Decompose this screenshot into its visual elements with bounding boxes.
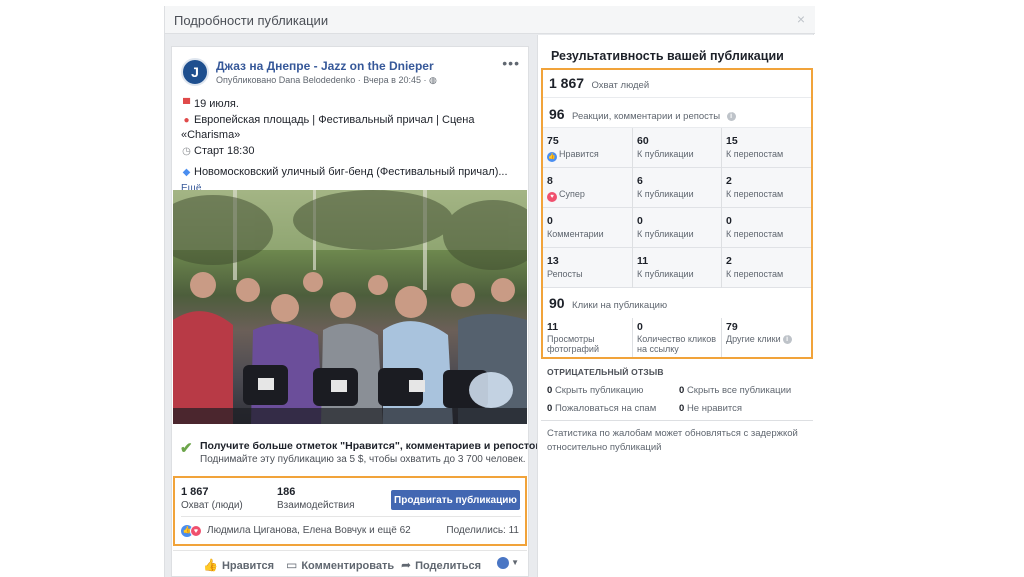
post-card: J Джаз на Днепре - Jazz on the Dnieper О… xyxy=(171,46,542,577)
unlike-stat: 0 Не нравится xyxy=(679,403,743,414)
boost-title: Получите больше отметок "Нравится", комм… xyxy=(200,440,542,452)
performance-title: Результативность вашей публикации xyxy=(551,49,784,63)
post-meta: Опубликовано Dana Belodedenko · Вчера в … xyxy=(216,75,437,85)
reactions-value: 96 xyxy=(549,106,565,122)
post-line: ◷ Старт 18:30 xyxy=(181,144,521,160)
likes-on-post-cell: 60 К публикации xyxy=(632,128,720,168)
reactions-label: Реакции, комментарии и репосты xyxy=(572,111,721,122)
reach-label: Охват (люди) xyxy=(181,500,243,511)
comment-button[interactable]: ▭ Комментировать xyxy=(286,558,394,572)
likes-total-cell: 75 👍 Нравится xyxy=(547,135,599,162)
crowd-photo-image xyxy=(173,190,527,424)
boost-prompt: ✔ Получите больше отметок "Нравится", ко… xyxy=(173,435,542,475)
promote-post-button[interactable]: Продвигать публикацию xyxy=(391,490,520,510)
post-text: ▀ 19 июля. ● Европейская площадь | Фестива… xyxy=(181,97,521,196)
reach-value: 1 867 xyxy=(549,75,585,91)
chevron-down-icon[interactable]: ▼ xyxy=(511,558,519,567)
likes-on-shares-cell: 15 К перепостам xyxy=(721,128,809,168)
love-on-shares-cell: 2К перепостам xyxy=(721,168,809,208)
boost-subtitle: Поднимайте эту публикацию за 5 $, чтобы … xyxy=(200,454,526,465)
reactions-row: 96 Реакции, комментарии и репосты i xyxy=(543,98,811,128)
love-row: 8 ♥ Супер 6К публикации 2К перепостам xyxy=(543,168,811,208)
reaction-icons[interactable]: 👍 ♥ xyxy=(181,525,207,537)
post-actions: 👍 Нравится ▭ Комментировать ➦ Поделиться ▼ xyxy=(173,550,527,576)
comments-on-shares-cell: 0К перепостам xyxy=(721,208,809,248)
post-photo[interactable] xyxy=(173,190,527,424)
love-total-cell: 8 ♥ Супер xyxy=(547,175,585,202)
reach-value: 1 867 xyxy=(181,486,209,498)
hide-post-stat: 0 Скрыть публикацию xyxy=(547,385,644,396)
page-name-link[interactable]: Джаз на Днепре - Jazz on the Dnieper xyxy=(216,59,434,73)
shares-total-cell: 13 Репосты xyxy=(547,255,583,279)
hide-all-posts-stat: 0 Скрыть все публикации xyxy=(679,385,792,396)
engagement-value: 186 xyxy=(277,486,296,498)
thumbs-up-icon: 👍 xyxy=(203,558,218,572)
other-clicks-cell: 79 Другие клики i xyxy=(721,318,809,357)
reach-label: Охват людей xyxy=(591,80,650,91)
info-icon[interactable]: i xyxy=(782,335,792,344)
performance-pane: Результативность вашей публикации 1 867 … xyxy=(537,35,815,577)
love-reaction-icon: ♥ xyxy=(190,525,202,537)
share-icon: ➦ xyxy=(401,558,412,572)
comment-icon: ▭ xyxy=(286,558,298,572)
stats-note: Статистика по жалобам может обновляться … xyxy=(547,428,798,453)
like-icon: 👍 xyxy=(547,152,557,162)
clicks-value: 90 xyxy=(549,295,565,311)
globe-icon: ◍ xyxy=(429,75,437,85)
info-icon[interactable]: i xyxy=(726,112,736,121)
love-on-post-cell: 6К публикации xyxy=(632,168,720,208)
comments-on-post-cell: 0К публикации xyxy=(632,208,720,248)
negative-feedback-title: ОТРИЦАТЕЛЬНЫЙ ОТЗЫВ xyxy=(547,367,664,377)
modal-title: Подробности публикации xyxy=(174,13,329,28)
post-preview-pane: J Джаз на Днепре - Jazz on the Dnieper О… xyxy=(165,35,542,577)
report-spam-stat: 0 Пожаловаться на спам xyxy=(547,403,657,414)
reactors-link[interactable]: Людмила Циганова, Елена Вовчук и ещё 62 xyxy=(207,525,411,536)
post-line: «Charisma» xyxy=(181,129,241,141)
clicks-row: 90 Клики на публикацию xyxy=(543,288,811,318)
post-line: ● Европейская площадь | Фестивальный прич… xyxy=(181,113,521,129)
post-details-modal: Подробности публикации × J Джаз на Днепр… xyxy=(164,6,815,577)
divider xyxy=(181,516,521,517)
pin-icon: ● xyxy=(183,114,190,126)
post-line: ▀ 19 июля. xyxy=(181,97,521,113)
photo-views-cell: 11 Просмотры фотографий xyxy=(547,321,599,354)
check-icon: ✔ xyxy=(180,440,193,457)
comments-row: 0 Комментарии 0К публикации 0К перепостам xyxy=(543,208,811,248)
engagement-label: Взаимодействия xyxy=(277,500,355,511)
more-options-icon[interactable]: ••• xyxy=(502,55,520,71)
shares-on-post-cell: 11 К публикации xyxy=(632,248,720,288)
likes-row: 75 👍 Нравится 60 К публикации 15 К перепоста… xyxy=(543,128,811,168)
close-icon[interactable]: × xyxy=(797,11,805,27)
shares-count-link[interactable]: Поделились: 11 xyxy=(446,525,519,536)
share-button[interactable]: ➦ Поделиться xyxy=(401,558,481,572)
divider xyxy=(541,420,813,421)
page-avatar[interactable]: J xyxy=(181,58,209,86)
post-stats-box: 1 867 Охват (люди) 186 Взаимодействия Пр… xyxy=(173,476,527,546)
clicks-breakdown: 11 Просмотры фотографий 0 Количество кликов… xyxy=(543,318,811,357)
audience-globe-icon[interactable] xyxy=(497,557,509,569)
reach-row: 1 867 Охват людей xyxy=(543,70,811,98)
like-button[interactable]: 👍 Нравится xyxy=(203,558,274,572)
modal-header: Подробности публикации × xyxy=(165,6,815,34)
comments-total-cell: 0 Комментарии xyxy=(547,215,604,239)
calendar-icon: ▀ xyxy=(182,99,191,110)
link-clicks-cell: 0 Количество кликов на ссылку xyxy=(632,318,720,357)
clicks-label: Клики на публикацию xyxy=(572,300,668,311)
clock-icon: ◷ xyxy=(182,145,191,157)
diamond-icon: ◆ xyxy=(182,167,191,178)
performance-box: 1 867 Охват людей 96 Реакции, комментари… xyxy=(541,68,813,359)
shares-on-shares-cell: 2К перепостам xyxy=(721,248,809,288)
shares-row: 13 Репосты 11 К публикации 2К перепостам xyxy=(543,248,811,288)
post-line: ◆ Новомосковский уличный биг-бенд (Фестив… xyxy=(181,165,521,181)
heart-icon: ♥ xyxy=(547,192,557,202)
